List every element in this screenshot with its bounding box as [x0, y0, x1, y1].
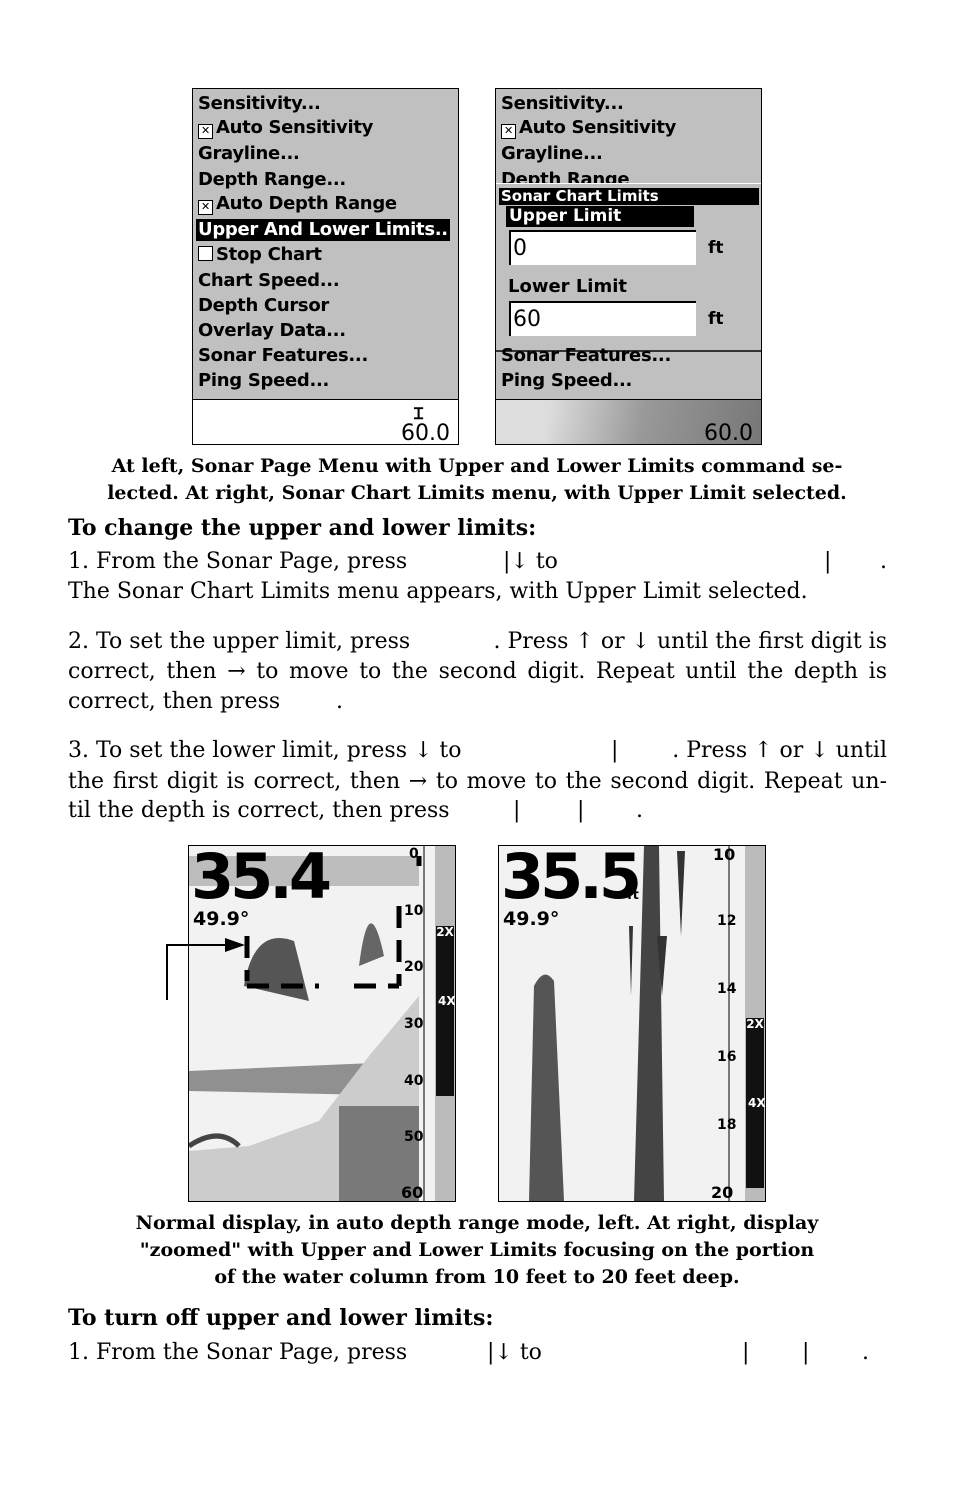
section-heading: To change the upper and lower limits:	[68, 515, 537, 541]
step2-text: 2. To set the upper limit, press	[68, 629, 411, 654]
figure-caption: Normal display, in auto depth range mode…	[60, 1210, 894, 1291]
lower-limit-label: Lower Limit	[508, 276, 627, 297]
step3-text: |	[577, 798, 585, 823]
menu-item-ping-speed[interactable]: Ping Speed...	[198, 370, 329, 392]
step3-text: . Press ↑ or ↓ until	[672, 738, 887, 763]
depth-readout: 35.5	[501, 845, 642, 913]
sonar-zoomed-display: 35.5 ft 49.9° 2X 4X 10 12 14 16 18 20	[498, 845, 766, 1202]
sonar-chart-limits-screen: Sensitivity... ✕ Auto Sensitivity Graylin…	[495, 88, 762, 445]
checked-checkbox-icon: ✕	[198, 200, 213, 215]
manual-page: Sensitivity... ✕ Auto Sensitivity Graylin…	[0, 0, 954, 1487]
zoom-4x-label: 4X	[748, 1096, 766, 1110]
step2-text: correct, then press	[68, 689, 281, 714]
step1-text: .	[880, 549, 887, 574]
menu-item-depth-cursor[interactable]: Depth Cursor	[198, 295, 329, 317]
lower-unit: ft	[708, 309, 724, 329]
menu-item-auto-sensitivity[interactable]: ✕ Auto Sensitivity	[501, 117, 676, 139]
depth-scale-label: 50	[404, 1129, 424, 1145]
menu-item-ping-speed[interactable]: Ping Speed...	[501, 370, 632, 392]
step-off-text: .	[862, 1340, 869, 1365]
step2-text: correct, then → to move to the second di…	[68, 659, 887, 684]
menu-item-overlay-data[interactable]: Overlay Data...	[198, 320, 346, 342]
menu-item-depth-range[interactable]: Depth Range...	[198, 169, 346, 191]
sonar-chart-limits-dialog: Sonar Chart Limits Upper Limit 0 ft Lowe…	[496, 183, 761, 352]
depth-readout: 60.0	[704, 421, 753, 445]
step2-text: .	[336, 689, 343, 714]
step-off-text: |	[742, 1340, 750, 1365]
depth-scale-label: 20	[711, 1183, 734, 1202]
caption-line: At left, Sonar Page Menu with Upper and …	[111, 455, 843, 477]
step1-text: |↓ to	[503, 549, 558, 574]
depth-scale-label: 18	[717, 1117, 737, 1133]
depth-scale-label: 0	[409, 846, 419, 862]
checked-checkbox-icon: ✕	[198, 124, 213, 139]
caption-line: "zoomed" with Upper and Lower Limits foc…	[139, 1239, 815, 1261]
step3-text: til the depth is correct, then press	[68, 798, 450, 823]
menu-item-grayline[interactable]: Grayline...	[501, 143, 603, 165]
menu-item-auto-sensitivity[interactable]: ✕ Auto Sensitivity	[198, 117, 373, 139]
step3-text: .	[636, 798, 643, 823]
sonar-strip: Ɪ 60.0	[193, 399, 458, 444]
label: Auto Depth Range	[216, 193, 397, 214]
depth-readout: 60.0	[401, 421, 450, 445]
menu-item-sensitivity[interactable]: Sensitivity...	[198, 93, 321, 115]
depth-scale-label: 12	[717, 913, 737, 929]
caption-line: lected. At right, Sonar Chart Limits men…	[107, 482, 847, 504]
water-temperature: 49.9°	[193, 908, 250, 930]
depth-scale-label: 16	[717, 1049, 737, 1065]
lower-limit-input[interactable]: 60	[509, 301, 696, 336]
caption-line: Normal display, in auto depth range mode…	[135, 1212, 819, 1234]
pointer-arrow	[166, 938, 245, 1000]
step-off-text: |↓ to	[487, 1340, 542, 1365]
upper-limit-input[interactable]: 0	[509, 230, 696, 265]
step3-text: the first digit is correct, then → to mo…	[68, 769, 887, 794]
depth-scale-label: 30	[404, 1016, 424, 1032]
section-heading: To turn off upper and lower limits:	[68, 1305, 494, 1331]
step3-text: |	[513, 798, 521, 823]
depth-scale-label: 14	[717, 981, 737, 997]
label: Auto Sensitivity	[216, 117, 374, 138]
menu-item-grayline[interactable]: Grayline...	[198, 143, 300, 165]
depth-unit: ft	[627, 888, 639, 903]
sonar-strip: 60.0	[496, 399, 761, 444]
sonar-page-menu-screen: Sensitivity... ✕ Auto Sensitivity Graylin…	[192, 88, 459, 445]
upper-unit: ft	[708, 238, 724, 258]
menu-item-sonar-features[interactable]: Sonar Features...	[198, 345, 368, 367]
step3-text: |	[611, 738, 619, 763]
menu-item-stop-chart[interactable]: Stop Chart	[198, 244, 322, 266]
depth-scale-label: 20	[404, 959, 424, 975]
menu-item-auto-depth-range[interactable]: ✕ Auto Depth Range	[198, 193, 397, 215]
depth-scale-label: 60	[401, 1183, 424, 1202]
menu-item-upper-lower-limits[interactable]: Upper And Lower Limits..	[196, 219, 450, 241]
label: Stop Chart	[216, 244, 322, 265]
checked-checkbox-icon: ✕	[501, 124, 516, 139]
figure-caption: At left, Sonar Page Menu with Upper and …	[60, 453, 894, 507]
caption-line: of the water column from 10 feet to 20 f…	[214, 1266, 740, 1288]
depth-scale-label: 10	[713, 845, 736, 864]
depth-readout: 35.4	[191, 845, 332, 913]
menu-item-depth-range[interactable]: Depth Range	[501, 169, 629, 183]
label: Auto Sensitivity	[519, 117, 677, 138]
step-off-text: |	[802, 1340, 810, 1365]
menu-item-sensitivity[interactable]: Sensitivity...	[501, 93, 624, 115]
step1-text: |	[824, 549, 832, 574]
step-off-text: 1. From the Sonar Page, press	[68, 1340, 408, 1365]
depth-scale-label: 40	[404, 1073, 424, 1089]
menu-item-sonar-features[interactable]: Sonar Features...	[501, 345, 671, 367]
menu-item-chart-speed[interactable]: Chart Speed...	[198, 270, 340, 292]
step2-text: . Press ↑ or ↓ until the first digit is	[493, 629, 888, 654]
step1-text: 1. From the Sonar Page, press	[68, 549, 408, 574]
upper-limit-label: Upper Limit	[506, 206, 694, 227]
step1-text: The Sonar Chart Limits menu appears, wit…	[68, 579, 808, 604]
water-temperature: 49.9°	[503, 908, 560, 930]
dialog-title: Sonar Chart Limits	[499, 188, 759, 205]
sonar-normal-display: 35.4 49.9° 2X 4X 0 10 20 30 40 50 60	[188, 845, 456, 1202]
zoom-4x-label: 4X	[438, 994, 456, 1008]
unchecked-checkbox-icon	[198, 246, 213, 261]
depth-scale-label: 10	[404, 903, 424, 919]
zoom-2x-bar[interactable]: 2X	[436, 926, 454, 1096]
step3-text: 3. To set the lower limit, press ↓ to	[68, 738, 462, 763]
